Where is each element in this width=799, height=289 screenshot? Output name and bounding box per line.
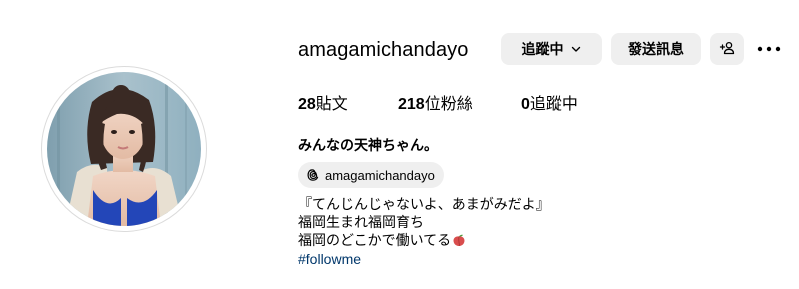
full-name: みんなの天神ちゃん。 <box>298 137 438 153</box>
bio-line-2: 福岡生まれ福岡育ち <box>298 214 424 230</box>
chevron-down-icon <box>570 43 582 55</box>
hashtag-link[interactable]: #followme <box>298 250 361 268</box>
add-person-icon <box>719 40 735 59</box>
avatar[interactable] <box>47 72 201 226</box>
followers-count: 218 <box>398 96 425 113</box>
following-stat[interactable]: 0追蹤中 <box>521 95 578 115</box>
peach-icon <box>452 233 466 251</box>
suggest-accounts-button[interactable] <box>710 33 744 65</box>
message-button[interactable]: 發送訊息 <box>611 33 701 65</box>
posts-count: 28 <box>298 96 316 113</box>
bio-line-3: 福岡のどこかで働いてる <box>298 232 452 248</box>
avatar-ring[interactable] <box>41 66 207 232</box>
followers-stat[interactable]: 218位粉絲 <box>398 95 473 115</box>
following-stat-label: 追蹤中 <box>529 96 578 113</box>
username: amagamichandayo <box>298 39 469 61</box>
threads-icon <box>306 168 320 182</box>
bio-line-3-wrap: 福岡のどこかで働いてる <box>298 231 466 251</box>
posts-stat: 28貼文 <box>298 95 348 115</box>
following-button[interactable]: 追蹤中 <box>501 33 602 65</box>
followers-label: 位粉絲 <box>424 96 473 113</box>
profile-photo <box>47 72 201 226</box>
more-options-icon[interactable] <box>755 38 783 60</box>
following-count: 0 <box>521 96 530 113</box>
posts-label: 貼文 <box>315 96 348 113</box>
message-button-label: 發送訊息 <box>628 41 684 57</box>
threads-link[interactable]: amagamichandayo <box>298 162 444 188</box>
threads-handle: amagamichandayo <box>325 167 435 183</box>
bio-line-1: 『てんじんじゃないよ、あまがみだよ』 <box>298 196 550 212</box>
following-button-label: 追蹤中 <box>521 41 564 57</box>
